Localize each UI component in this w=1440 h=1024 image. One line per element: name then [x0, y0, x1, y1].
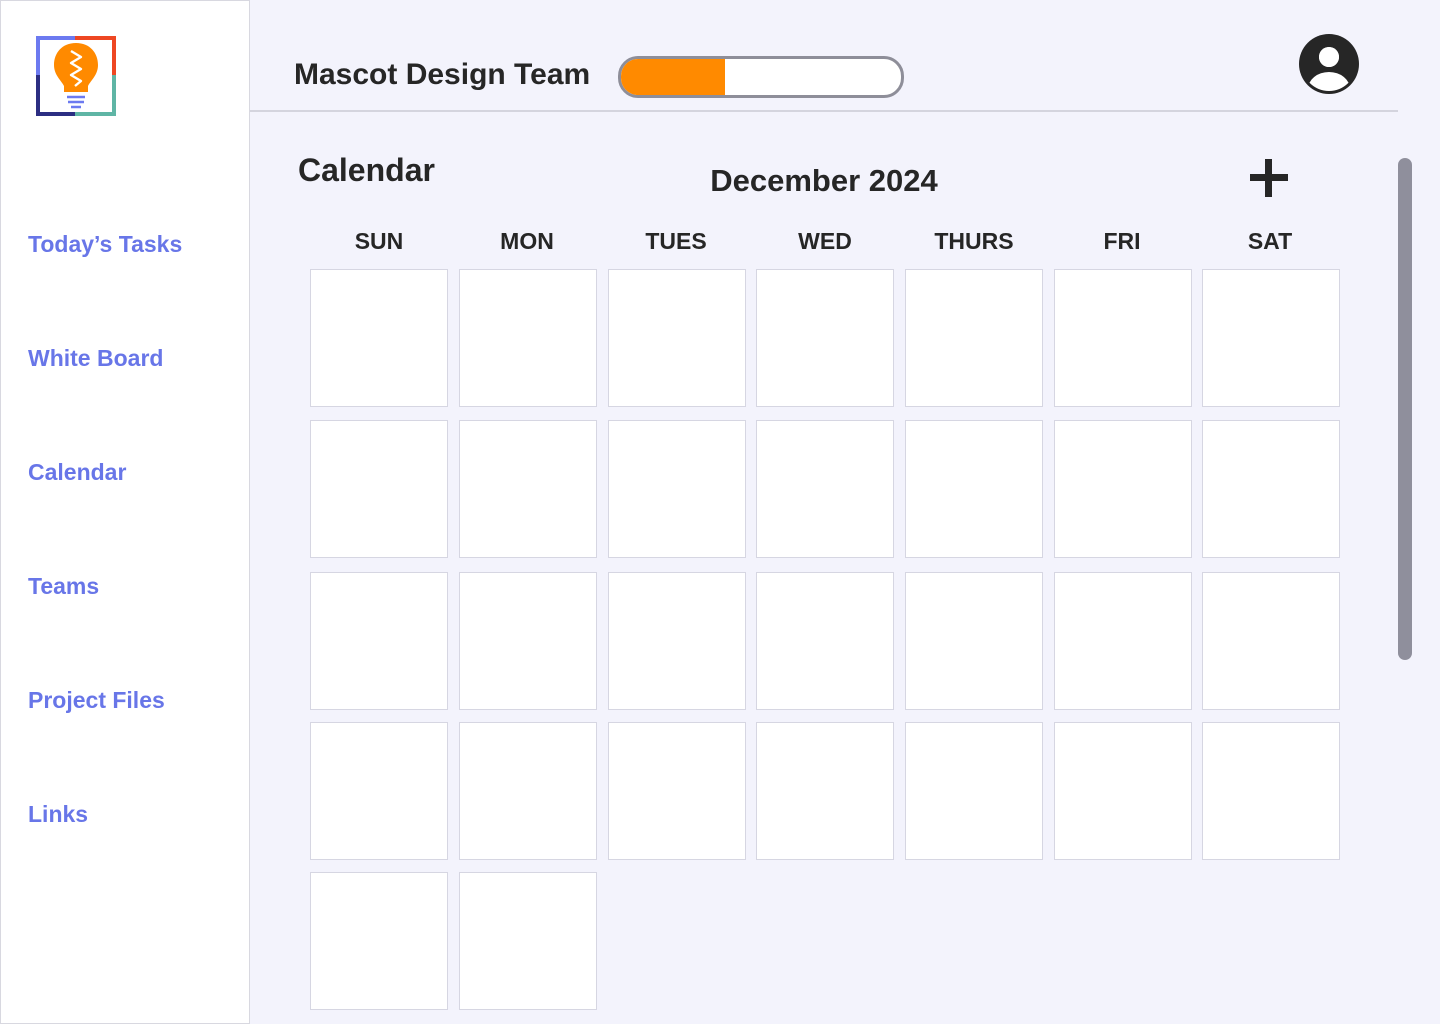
calendar-day-cell[interactable]: [1054, 269, 1192, 407]
calendar-day-cell[interactable]: [905, 572, 1043, 710]
user-avatar-icon[interactable]: [1298, 33, 1360, 95]
calendar-day-cell[interactable]: [310, 872, 448, 1010]
vertical-scrollbar[interactable]: [1398, 158, 1412, 660]
calendar-day-cell[interactable]: [1202, 420, 1340, 558]
calendar-day-cell[interactable]: [459, 572, 597, 710]
calendar-day-cell[interactable]: [459, 722, 597, 860]
calendar-day-cell[interactable]: [1202, 269, 1340, 407]
add-event-button[interactable]: [1248, 157, 1290, 199]
calendar-day-cell[interactable]: [1202, 572, 1340, 710]
calendar-day-cell[interactable]: [756, 722, 894, 860]
calendar-day-cell[interactable]: [310, 572, 448, 710]
calendar-day-cell[interactable]: [608, 420, 746, 558]
calendar-day-cell[interactable]: [310, 420, 448, 558]
calendar-day-cell[interactable]: [459, 420, 597, 558]
sidebar: Today’s Tasks White Board Calendar Teams…: [0, 0, 250, 1024]
calendar-day-cell[interactable]: [608, 572, 746, 710]
calendar-day-cell[interactable]: [756, 572, 894, 710]
sidebar-item-project-files[interactable]: Project Files: [28, 687, 165, 714]
calendar-day-cell[interactable]: [1054, 572, 1192, 710]
calendar-day-cell[interactable]: [459, 269, 597, 407]
calendar-day-cell[interactable]: [905, 420, 1043, 558]
weekday-label: MON: [500, 228, 554, 254]
app-window: Today’s Tasks White Board Calendar Teams…: [0, 0, 1440, 1024]
team-title: Mascot Design Team: [294, 58, 591, 91]
weekday-label: TUES: [645, 228, 707, 254]
calendar-day-cell[interactable]: [608, 269, 746, 407]
month-label: December 2024: [710, 163, 938, 198]
team-progress-bar: [618, 56, 904, 98]
calendar-day-cell[interactable]: [756, 420, 894, 558]
calendar-day-cell[interactable]: [608, 722, 746, 860]
weekday-label: SUN: [354, 228, 404, 254]
weekday-label: WED: [798, 228, 852, 254]
calendar-day-cell[interactable]: [905, 722, 1043, 860]
sidebar-item-todays-tasks[interactable]: Today’s Tasks: [28, 231, 182, 258]
sidebar-item-teams[interactable]: Teams: [28, 573, 99, 600]
calendar-day-cell[interactable]: [1054, 722, 1192, 860]
weekday-label: FRI: [1103, 228, 1141, 254]
header-divider: [250, 110, 1398, 112]
lightbulb-logo[interactable]: [35, 35, 117, 117]
calendar-day-cell[interactable]: [310, 722, 448, 860]
weekday-label: SAT: [1247, 228, 1293, 254]
page-title: Calendar: [298, 152, 435, 188]
calendar-day-cell[interactable]: [756, 269, 894, 407]
weekday-label: THURS: [934, 228, 1014, 254]
calendar-day-cell[interactable]: [1202, 722, 1340, 860]
progress-fill: [621, 59, 725, 95]
calendar-day-cell[interactable]: [459, 872, 597, 1010]
sidebar-item-white-board[interactable]: White Board: [28, 345, 163, 372]
sidebar-item-links[interactable]: Links: [28, 801, 88, 828]
sidebar-item-calendar[interactable]: Calendar: [28, 459, 126, 486]
calendar-day-cell[interactable]: [310, 269, 448, 407]
calendar-day-cell[interactable]: [1054, 420, 1192, 558]
calendar-day-cell[interactable]: [905, 269, 1043, 407]
